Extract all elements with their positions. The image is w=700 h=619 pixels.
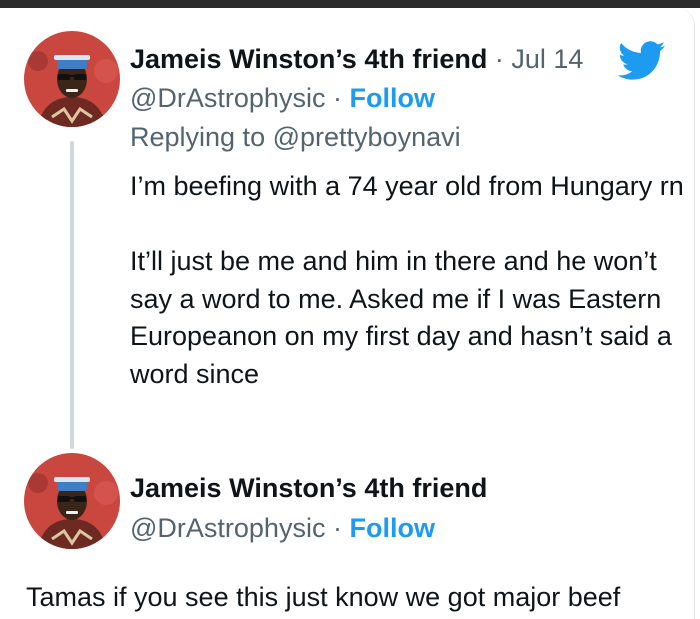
avatar[interactable] — [24, 453, 120, 549]
display-name[interactable]: Jameis Winston’s 4th friend — [130, 44, 487, 74]
handle-line: @DrAstrophysic · Follow — [130, 510, 435, 546]
separator-dot: · — [332, 83, 342, 113]
avatar[interactable] — [24, 31, 120, 127]
tweet-date[interactable]: Jul 14 — [511, 44, 583, 74]
tweet-thread-card: Jameis Winston’s 4th friend · Jul 14 @Dr… — [0, 8, 695, 619]
replying-to-handle[interactable]: @prettyboynavi — [273, 122, 461, 152]
replying-to-line: Replying to @prettyboynavi — [130, 119, 461, 155]
twitter-bird-icon[interactable] — [618, 40, 666, 82]
tweet-body: I’m beefing with a 74 year old from Hung… — [130, 168, 690, 393]
tweet-paragraph: I’m beefing with a 74 year old from Hung… — [130, 171, 684, 201]
tweet-body: Tamas if you see this just know we got m… — [26, 582, 621, 612]
separator-dot: · — [332, 513, 342, 543]
follow-button[interactable]: Follow — [349, 513, 434, 543]
follow-button[interactable]: Follow — [349, 83, 434, 113]
tweet-header: Jameis Winston’s 4th friend · Jul 14 — [130, 41, 583, 77]
thread-connector-line — [70, 141, 74, 449]
replying-to-prefix: Replying to — [130, 122, 266, 152]
top-edge-bar — [0, 0, 700, 8]
user-handle[interactable]: @DrAstrophysic — [130, 513, 325, 543]
tweet-header: Jameis Winston’s 4th friend — [130, 470, 487, 506]
handle-line: @DrAstrophysic · Follow — [130, 80, 435, 116]
tweet-paragraph: It’ll just be me and him in there and he… — [130, 246, 672, 389]
display-name[interactable]: Jameis Winston’s 4th friend — [130, 473, 487, 503]
separator-dot: · — [494, 44, 504, 74]
user-handle[interactable]: @DrAstrophysic — [130, 83, 325, 113]
